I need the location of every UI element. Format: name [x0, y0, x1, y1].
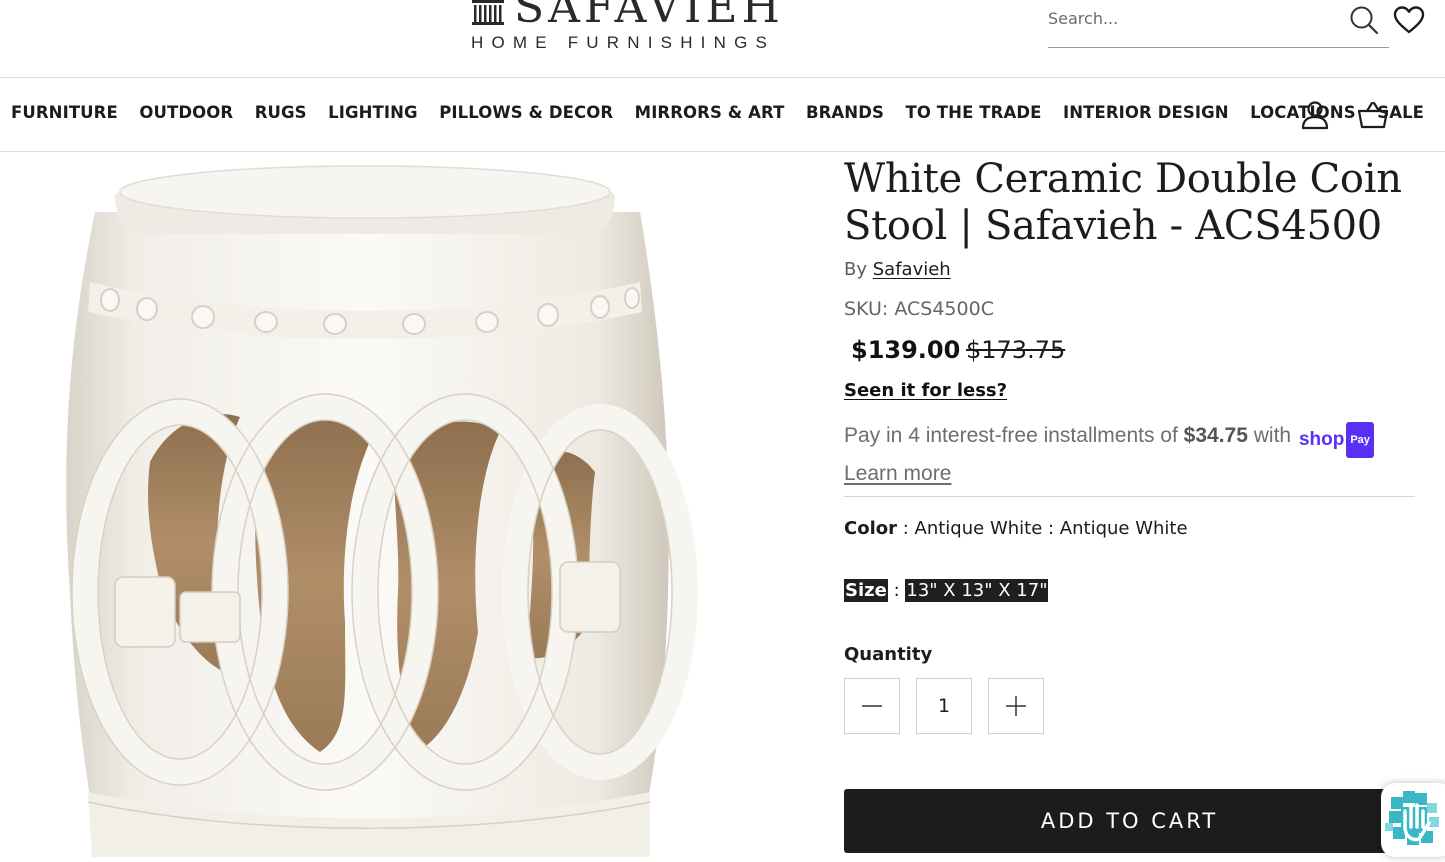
- nav-list: FURNITURE OUTDOOR RUGS LIGHTING PILLOWS …: [11, 103, 1445, 122]
- size-separator: :: [893, 580, 900, 601]
- installments-prefix: Pay in 4 interest-free installments of: [844, 424, 1178, 447]
- stool-illustration: [66, 165, 698, 857]
- compare-at-price: $173.75: [966, 336, 1066, 364]
- cart-icon[interactable]: [1357, 100, 1389, 130]
- account-icon[interactable]: [1300, 100, 1330, 130]
- quantity-label: Quantity: [844, 644, 933, 665]
- seen-it-for-less-link[interactable]: Seen it for less?: [844, 380, 1007, 401]
- heart-icon[interactable]: [1393, 5, 1425, 35]
- product-image[interactable]: [0, 152, 800, 857]
- color-label: Color: [844, 518, 897, 539]
- main-nav: FURNITURE OUTDOOR RUGS LIGHTING PILLOWS …: [0, 78, 1445, 152]
- shop-pay-logo: shop Pay: [1299, 422, 1374, 458]
- size-label: Size: [844, 579, 888, 602]
- product-title: White Ceramic Double Coin Stool | Safavi…: [844, 156, 1402, 249]
- accessibility-icon: [1385, 791, 1439, 845]
- brand-link[interactable]: Safavieh: [873, 259, 951, 280]
- by-label: By: [844, 259, 868, 280]
- search-input[interactable]: [1048, 4, 1338, 32]
- installment-amount: $34.75: [1183, 424, 1248, 447]
- color-value: Antique White : Antique White: [914, 518, 1188, 539]
- learn-more-link[interactable]: Learn more: [844, 462, 951, 485]
- nav-item-mirrors-art[interactable]: MIRRORS & ART: [635, 103, 785, 122]
- product-sku: SKU: ACS4500C: [844, 298, 994, 320]
- divider: [844, 496, 1415, 497]
- safavieh-logo[interactable]: SAFAVIEH HOME FURNISHINGS: [470, 0, 790, 54]
- add-to-cart-button[interactable]: ADD TO CART: [844, 789, 1415, 853]
- search-icon[interactable]: [1349, 5, 1379, 35]
- sale-price: $139.00: [851, 336, 961, 364]
- top-header: SAFAVIEH HOME FURNISHINGS: [0, 0, 1445, 78]
- nav-item-rugs[interactable]: RUGS: [255, 103, 307, 122]
- quantity-decrease-button[interactable]: [844, 678, 900, 734]
- pay-badge: Pay: [1346, 422, 1374, 458]
- size-option: Size : 13" X 13" X 17": [844, 579, 1049, 602]
- quantity-input[interactable]: [917, 679, 971, 733]
- color-option: Color : Antique White : Antique White: [844, 518, 1188, 539]
- shop-word: shop: [1298, 429, 1345, 450]
- nav-item-brands[interactable]: BRANDS: [806, 103, 884, 122]
- accessibility-widget-button[interactable]: [1381, 783, 1445, 857]
- size-value[interactable]: 13" X 13" X 17": [905, 579, 1049, 602]
- color-separator: :: [902, 518, 915, 539]
- nav-item-furniture[interactable]: FURNITURE: [11, 103, 118, 122]
- nav-item-to-the-trade[interactable]: TO THE TRADE: [905, 103, 1041, 122]
- quantity-field: [916, 678, 972, 734]
- nav-item-outdoor[interactable]: OUTDOOR: [139, 103, 233, 122]
- quantity-increase-button[interactable]: [988, 678, 1044, 734]
- search-bar: [1048, 0, 1389, 48]
- nav-item-interior-design[interactable]: INTERIOR DESIGN: [1063, 103, 1229, 122]
- minus-icon: [862, 705, 882, 707]
- nav-item-pillows-decor[interactable]: PILLOWS & DECOR: [439, 103, 613, 122]
- nav-item-lighting[interactable]: LIGHTING: [328, 103, 418, 122]
- shop-pay-installments: Pay in 4 interest-free installments of $…: [844, 420, 1414, 490]
- plus-icon: [1006, 696, 1026, 716]
- brand-line: By Safavieh: [844, 259, 951, 280]
- logo-pillars-icon: [472, 0, 504, 25]
- installments-suffix: with: [1253, 424, 1292, 447]
- logo-wordmark: SAFAVIEH: [514, 0, 784, 33]
- logo-subtitle: HOME FURNISHINGS: [471, 33, 776, 52]
